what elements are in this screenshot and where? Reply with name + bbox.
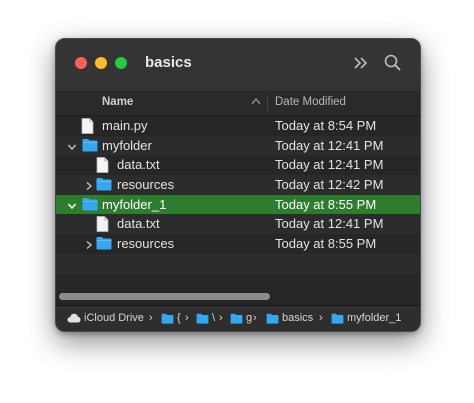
cloud-icon [67, 313, 81, 326]
folder-icon [161, 313, 174, 327]
date-modified: Today at 12:42 PM [275, 177, 384, 193]
horizontal-scrollbar[interactable] [59, 293, 270, 300]
folder-icon [196, 313, 209, 327]
document-icon [81, 118, 94, 137]
path-separator: › [149, 312, 153, 324]
folder-name: resources [117, 177, 175, 193]
folder-icon [82, 138, 98, 155]
path-separator: › [219, 312, 223, 324]
list-item-selected[interactable]: myfolder_1 Today at 8:55 PM [56, 194, 420, 215]
folder-icon [331, 313, 344, 327]
folder-icon [230, 313, 243, 327]
folder-name: myfolder_1 [102, 196, 167, 212]
file-list: main.py Today at 8:54 PM myfolder Today … [56, 116, 420, 254]
path-bar: iCloud Drive › { › \ › g › basics › myfo… [56, 305, 420, 331]
name-column-header[interactable]: Name [102, 96, 133, 108]
date-modified: Today at 8:55 PM [275, 196, 377, 212]
date-modified: Today at 8:55 PM [275, 236, 377, 252]
title-bar: basics [56, 39, 420, 92]
path-item[interactable]: \ [212, 312, 215, 324]
disclosure-collapsed-icon[interactable] [84, 238, 94, 250]
folder-icon [96, 177, 112, 194]
file-name: main.py [102, 118, 148, 133]
list-item[interactable]: data.txt Today at 12:41 PM [56, 214, 420, 235]
path-item[interactable]: g [246, 312, 252, 324]
date-modified: Today at 12:41 PM [275, 157, 384, 173]
path-item[interactable]: { [177, 312, 181, 324]
empty-list-area [56, 254, 420, 293]
folder-icon [96, 236, 112, 253]
empty-row [56, 274, 420, 294]
list-item[interactable]: myfolder Today at 12:41 PM [56, 135, 420, 156]
disclosure-expanded-icon[interactable] [67, 140, 77, 150]
zoom-window-button[interactable] [115, 57, 127, 69]
folder-icon [82, 197, 98, 214]
folder-name: resources [117, 236, 175, 252]
search-icon[interactable] [383, 53, 403, 78]
window-title: basics [145, 54, 192, 71]
document-icon [96, 157, 109, 176]
list-item[interactable]: main.py Today at 8:54 PM [56, 116, 420, 136]
disclosure-expanded-icon[interactable] [67, 199, 77, 209]
disclosure-collapsed-icon[interactable] [84, 179, 94, 191]
chevron-double-right-icon[interactable] [353, 53, 369, 78]
path-item-current[interactable]: myfolder_1 [347, 312, 401, 324]
file-name: data.txt [117, 216, 160, 232]
path-separator: › [253, 312, 257, 324]
path-separator: › [185, 312, 189, 324]
date-modified: Today at 12:41 PM [275, 137, 384, 153]
column-header: Name Date Modified [56, 91, 420, 116]
date-modified: Today at 12:41 PM [275, 216, 384, 232]
path-item-basics[interactable]: basics [282, 312, 313, 324]
empty-row [56, 254, 420, 274]
list-item[interactable]: resources Today at 12:42 PM [56, 175, 420, 195]
list-item[interactable]: data.txt Today at 12:41 PM [56, 155, 420, 175]
folder-name: myfolder [102, 137, 152, 153]
path-item-icloud[interactable]: iCloud Drive [84, 312, 144, 324]
minimize-window-button[interactable] [95, 57, 107, 69]
folder-icon [266, 313, 279, 327]
column-divider[interactable] [267, 95, 268, 111]
close-window-button[interactable] [75, 57, 87, 69]
file-name: data.txt [117, 157, 160, 173]
date-modified-column-header[interactable]: Date Modified [275, 96, 346, 108]
list-item[interactable]: resources Today at 8:55 PM [56, 234, 420, 254]
sort-ascending-icon [251, 95, 261, 112]
date-modified: Today at 8:54 PM [275, 118, 377, 133]
document-icon [96, 216, 109, 235]
finder-window: basics Name Date Modified main.py Today … [55, 38, 421, 332]
path-separator: › [319, 312, 323, 324]
